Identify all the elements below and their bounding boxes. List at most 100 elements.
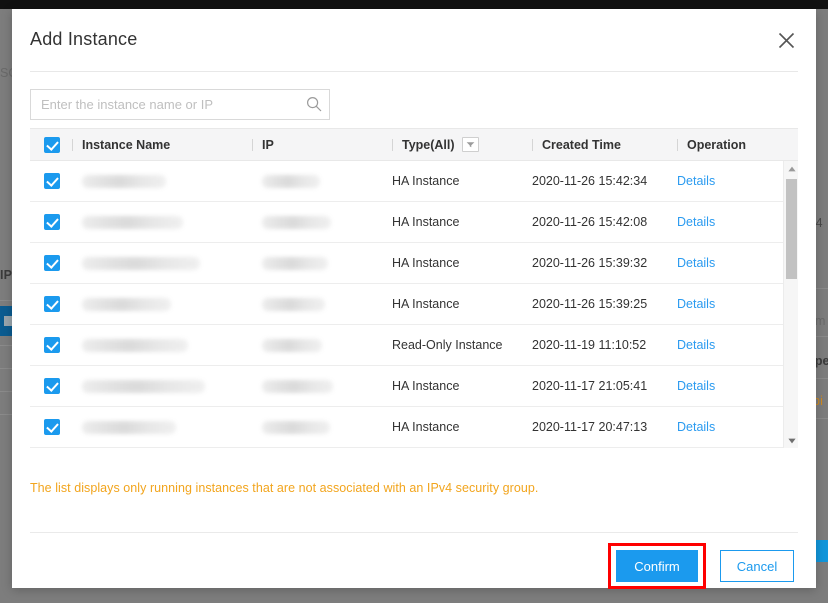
background-rule [0, 345, 12, 346]
cell-created-time: 2020-11-26 15:42:08 [532, 215, 648, 229]
cell-operation: Details [677, 420, 777, 434]
redacted-value [262, 174, 320, 188]
redacted-value [82, 215, 183, 229]
select-all-checkbox[interactable] [44, 136, 60, 153]
cell-operation: Details [677, 338, 777, 352]
table-body: HA Instance 2020-11-26 15:42:34 Details HA … [30, 161, 798, 448]
cell-type: HA Instance [392, 297, 460, 311]
list-notice-text: The list displays only running instances… [30, 481, 539, 495]
background-rule [0, 414, 12, 415]
add-instance-dialog: Add Instance Enter the instance name or … [12, 9, 816, 589]
row-checkbox[interactable] [44, 173, 60, 189]
close-icon[interactable] [772, 26, 800, 54]
cell-instance-name [72, 297, 252, 311]
cell-operation: Details [677, 256, 777, 270]
screen-root: SCIP:54amOpernbi Add Instance [0, 0, 828, 603]
background-rule [0, 300, 12, 301]
cell-ip [252, 174, 392, 188]
redacted-value [262, 379, 333, 393]
cell-instance-name [72, 256, 252, 270]
column-header-ip[interactable]: IP [252, 138, 392, 152]
cell-created-time: 2020-11-26 15:39:25 [532, 297, 648, 311]
search-input[interactable] [30, 89, 330, 120]
column-header-label: Type(All) [402, 137, 455, 152]
cell-ip [252, 215, 392, 229]
caret-up-icon[interactable] [784, 161, 798, 176]
cell-type: HA Instance [392, 420, 460, 434]
row-checkbox[interactable] [44, 255, 60, 271]
row-checkbox[interactable] [44, 337, 60, 353]
cancel-button[interactable]: Cancel [720, 550, 794, 582]
table-row[interactable]: HA Instance 2020-11-26 15:42:34 Details [30, 161, 798, 202]
row-checkbox[interactable] [44, 296, 60, 312]
cell-type: HA Instance [392, 256, 460, 270]
table-header-row: Instance Name IP Type(All) Created Time … [30, 129, 798, 161]
details-link[interactable]: Details [677, 297, 715, 311]
instance-search [30, 89, 330, 120]
page-title: Add Instance [30, 29, 138, 49]
background-rule [0, 391, 12, 392]
row-select-cell [30, 337, 72, 353]
cell-created-time: 2020-11-19 11:10:52 [532, 338, 647, 352]
column-header-label: Operation [687, 137, 747, 152]
details-link[interactable]: Details [677, 420, 715, 434]
redacted-value [262, 256, 328, 270]
details-link[interactable]: Details [677, 338, 715, 352]
background-rule [0, 368, 12, 369]
column-separator [72, 138, 73, 151]
table-row[interactable]: HA Instance 2020-11-26 15:39:32 Details [30, 243, 798, 284]
table-row[interactable]: Read-Only Instance 2020-11-19 11:10:52 Det… [30, 325, 798, 366]
column-header-created-time[interactable]: Created Time [532, 138, 677, 152]
background-rule [816, 418, 828, 419]
column-header-instance-name[interactable]: Instance Name [72, 138, 252, 152]
table-row[interactable]: HA Instance 2020-11-26 15:42:08 Details [30, 202, 798, 243]
table-row[interactable]: HA Instance 2020-11-17 20:47:13 Details [30, 407, 798, 448]
redacted-value [82, 379, 205, 393]
cell-instance-name [72, 420, 252, 434]
confirm-button[interactable]: Confirm [616, 550, 698, 582]
row-select-cell [30, 214, 72, 230]
column-header-label: IP [262, 137, 274, 152]
column-header-type[interactable]: Type(All) [392, 137, 532, 152]
column-separator [392, 138, 393, 151]
cell-type: HA Instance [392, 379, 460, 393]
row-checkbox[interactable] [44, 214, 60, 230]
table-row[interactable]: HA Instance 2020-11-17 21:05:41 Details [30, 366, 798, 407]
caret-down-icon[interactable] [784, 433, 798, 448]
redacted-value [262, 420, 330, 434]
details-link[interactable]: Details [677, 174, 715, 188]
header-divider [30, 71, 798, 72]
filter-dropdown-icon[interactable] [461, 137, 479, 152]
cell-instance-name [72, 215, 252, 229]
redacted-value [262, 297, 325, 311]
details-link[interactable]: Details [677, 215, 715, 229]
column-header-label: Instance Name [82, 137, 171, 152]
cell-operation: Details [677, 174, 777, 188]
row-checkbox[interactable] [44, 378, 60, 394]
scrollbar-thumb[interactable] [786, 179, 797, 279]
table-scrollbar[interactable] [783, 161, 798, 448]
details-link[interactable]: Details [677, 379, 715, 393]
details-link[interactable]: Details [677, 256, 715, 270]
cell-ip [252, 420, 392, 434]
redacted-value [82, 420, 176, 434]
table-rows-host: HA Instance 2020-11-26 15:42:34 Details HA … [30, 161, 798, 448]
dialog-footer: Confirm Cancel [12, 543, 798, 589]
redacted-value [82, 297, 171, 311]
cell-instance-name [72, 174, 252, 188]
cell-instance-name [72, 338, 252, 352]
cell-operation: Details [677, 215, 777, 229]
row-checkbox[interactable] [44, 419, 60, 435]
row-select-cell [30, 173, 72, 189]
row-select-cell [30, 296, 72, 312]
cell-type: Read-Only Instance [392, 338, 503, 352]
redacted-value [262, 338, 322, 352]
cell-type: HA Instance [392, 174, 460, 188]
table-row[interactable]: HA Instance 2020-11-26 15:39:25 Details [30, 284, 798, 325]
footer-divider [30, 532, 798, 533]
background-rule [816, 336, 828, 337]
select-all-cell [30, 136, 72, 153]
cell-operation: Details [677, 297, 777, 311]
background-selected-chip [0, 306, 12, 336]
cell-ip [252, 338, 392, 352]
